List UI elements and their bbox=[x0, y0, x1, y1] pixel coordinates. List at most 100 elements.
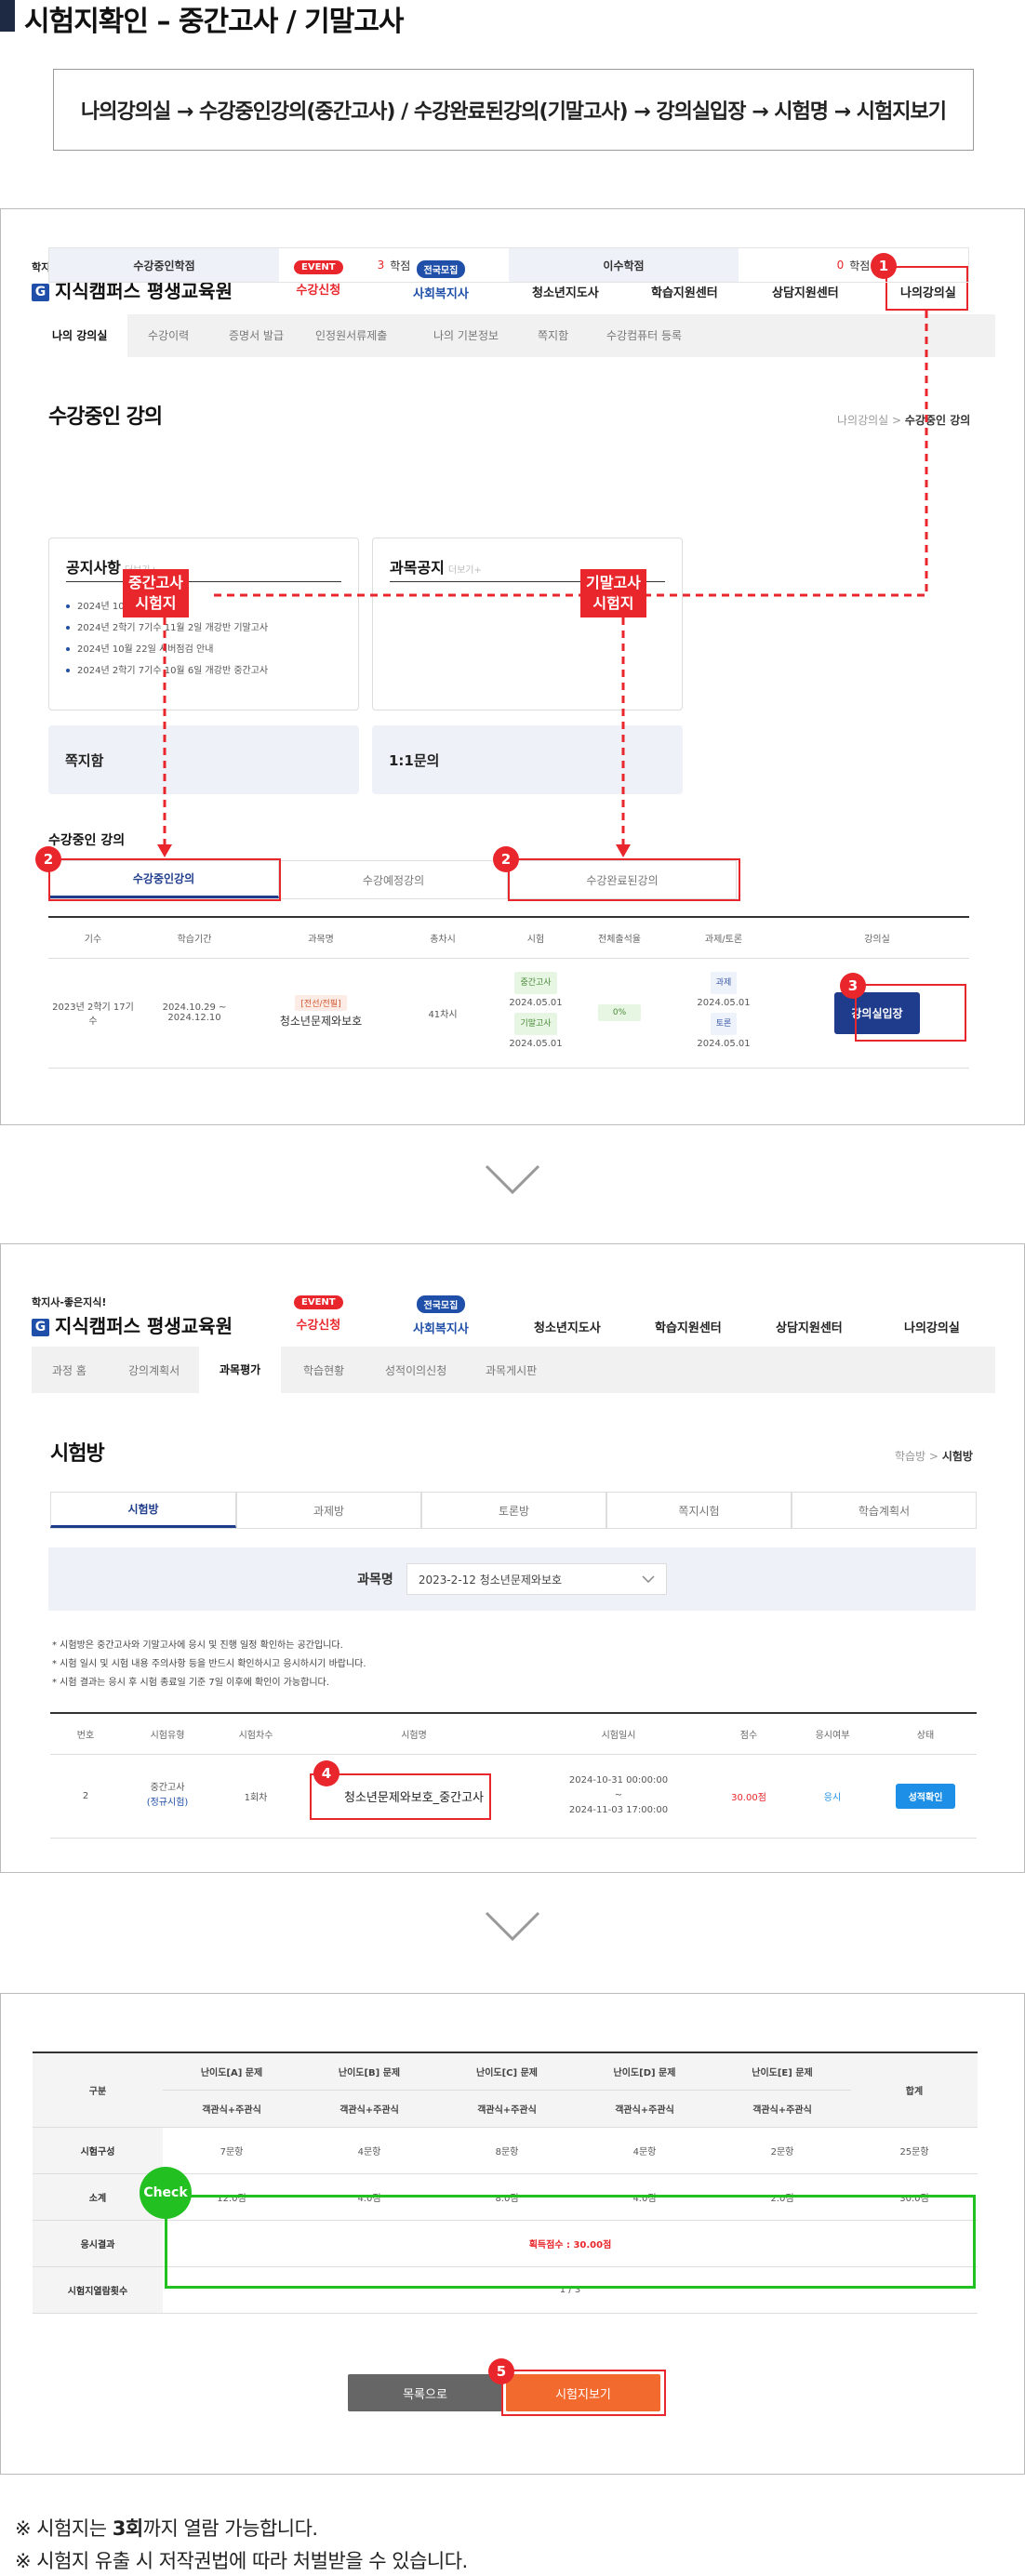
col-classroom: 강의실 bbox=[785, 917, 969, 959]
course-select[interactable]: 2023-2-12 청소년문제와보호 bbox=[406, 1563, 667, 1595]
credit-unit: 학점 bbox=[390, 259, 411, 272]
discussion-date: 2024.05.01 bbox=[697, 1039, 751, 1049]
subnav-evaluation[interactable]: 과목평가 bbox=[199, 1347, 282, 1393]
filter-label: 과목명 bbox=[357, 1573, 393, 1587]
col-period: 학습기간 bbox=[138, 917, 251, 959]
final-date: 2024.05.01 bbox=[509, 1039, 563, 1049]
col-taken: 응시여부 bbox=[791, 1713, 874, 1755]
site-logo[interactable]: G 지식캠퍼스 평생교육원 bbox=[32, 1311, 233, 1338]
cell-taken: 응시 bbox=[791, 1754, 874, 1839]
my-classroom-subnav: 나의 강의실 수강이력 증명서 발급 인정원서류제출 나의 기본정보 쪽지함 수… bbox=[32, 314, 995, 357]
midterm-date: 2024.05.01 bbox=[509, 998, 563, 1008]
col-level-b: 난이도[B] 문제 bbox=[300, 2052, 438, 2091]
chevron-down-icon bbox=[485, 1164, 540, 1195]
chevron-down-icon bbox=[642, 1575, 655, 1583]
nav-counsel-support[interactable]: 상담지원센터 bbox=[776, 1318, 843, 1335]
midterm-tag-text: 중간고사 시험지 bbox=[128, 574, 183, 612]
col-course: 과목명 bbox=[251, 917, 391, 959]
subject-notice-box: 과목공지 더보기+ bbox=[372, 538, 683, 710]
exam-start: 2024-10-31 00:00:00 bbox=[568, 1775, 669, 1786]
nav-label: 수강신청 bbox=[296, 284, 341, 298]
col-category: 구분 bbox=[33, 2052, 163, 2128]
guide-line: * 시험방은 중간고사와 기말고사에 응시 및 진행 일정 확인하는 공간입니다… bbox=[52, 1640, 343, 1651]
col-score: 점수 bbox=[707, 1713, 791, 1755]
col-type: 시험유형 bbox=[121, 1713, 214, 1755]
lecture-section-label: 수강중인 강의 bbox=[48, 833, 126, 848]
level-sub: 객관식+주관식 bbox=[576, 2090, 713, 2128]
back-to-list-button[interactable]: 목록으로 bbox=[348, 2374, 502, 2411]
notice-item[interactable]: 2024년 10월 22일 서버점검 안내 bbox=[66, 639, 268, 660]
course-name[interactable]: 청소년문제와보호 bbox=[280, 1015, 362, 1028]
completed-credit-value: 0 학점 bbox=[739, 248, 968, 282]
tab-discussion-room[interactable]: 토론방 bbox=[421, 1492, 606, 1528]
subnav-grade-appeal[interactable]: 성적이의신청 bbox=[385, 1362, 446, 1378]
classroom-subnav: 과정 홈 강의계획서 과목평가 학습현황 성적이의신청 과목게시판 bbox=[32, 1347, 995, 1393]
section-heading: 시험방 bbox=[50, 1442, 105, 1466]
nav-learning-support[interactable]: 학습지원센터 bbox=[651, 283, 718, 300]
grade-check-button[interactable]: 성적확인 bbox=[895, 1783, 956, 1809]
guide-line: * 시험 일시 및 시험 내용 주의사항 등을 반드시 확인하시고 응시하시기 … bbox=[52, 1659, 366, 1669]
col-exam: 시험 bbox=[495, 917, 577, 959]
subnav-computer-register[interactable]: 수강컴퓨터 등록 bbox=[606, 327, 682, 343]
nav-counsel-support[interactable]: 상담지원센터 bbox=[772, 283, 839, 300]
breadcrumb-root[interactable]: 나의강의실 > bbox=[837, 414, 905, 427]
exam-type-sub: (정규시험) bbox=[146, 1798, 189, 1808]
midterm-tag: 중간고사 시험지 bbox=[123, 569, 189, 617]
tab-quiz[interactable]: 쪽지시험 bbox=[606, 1492, 792, 1528]
note-text: 까지 열람 가능합니다. bbox=[142, 2517, 318, 2540]
row-label: 응시결과 bbox=[33, 2220, 163, 2267]
tab-assignment-room[interactable]: 과제방 bbox=[236, 1492, 421, 1528]
nav-youth-instructor[interactable]: 청소년지도사 bbox=[532, 283, 599, 300]
navigation-path: 나의강의실 → 수강중인강의(중간고사) / 수강완료된강의(기말고사) → 강… bbox=[53, 69, 974, 151]
completed-credit-label: 이수학점 bbox=[509, 248, 739, 282]
subnav-board[interactable]: 과목게시판 bbox=[486, 1362, 537, 1378]
qna-card[interactable]: 1:1문의 bbox=[372, 725, 683, 794]
notice-box: 공지사항더보기+ 2024년 10월 ... 2024년 2학기 7기수 11월… bbox=[48, 538, 359, 710]
highlight-view-exam-paper bbox=[501, 2370, 666, 2416]
tab-scheduled[interactable]: 수강예정강의 bbox=[279, 860, 508, 898]
subject-notice-title: 과목공지 더보기+ bbox=[390, 555, 482, 578]
cell-term: 2023년 2학기 17기수 bbox=[48, 958, 138, 1069]
message-card[interactable]: 쪽지함 bbox=[48, 725, 359, 794]
col-attendance: 전체출석율 bbox=[577, 917, 662, 959]
subnav-documents[interactable]: 인정원서류제출 bbox=[315, 327, 387, 343]
notice-item[interactable]: 2024년 2학기 7기수 11월 2일 개강반 기말고사 bbox=[66, 617, 268, 639]
attendance-value: 0% bbox=[597, 1004, 642, 1021]
step-2-marker: 2 bbox=[493, 846, 519, 872]
cell-score: 30.00점 bbox=[707, 1754, 791, 1839]
nav-learning-support[interactable]: 학습지원센터 bbox=[655, 1318, 722, 1335]
col-round: 시험차수 bbox=[214, 1713, 298, 1755]
level-sub: 객관식+주관식 bbox=[300, 2090, 438, 2128]
subnav-syllabus[interactable]: 강의계획서 bbox=[128, 1362, 180, 1378]
col-sessions: 총차시 bbox=[391, 917, 495, 959]
subnav-course-home[interactable]: 과정 홈 bbox=[52, 1362, 87, 1378]
breadcrumb-root[interactable]: 학습방 > bbox=[895, 1450, 942, 1463]
subnav-basic-info[interactable]: 나의 기본정보 bbox=[433, 327, 499, 343]
tab-exam-room[interactable]: 시험방 bbox=[50, 1492, 236, 1528]
notice-title-text: 공지사항 bbox=[66, 559, 121, 577]
cell-round: 1회차 bbox=[214, 1754, 298, 1839]
col-level-e: 난이도[E] 문제 bbox=[713, 2052, 851, 2091]
tab-study-plan[interactable]: 학습계획서 bbox=[792, 1492, 977, 1528]
chevron-down-icon bbox=[485, 1911, 540, 1942]
subnav-certificate[interactable]: 증명서 발급 bbox=[229, 327, 284, 343]
more-link[interactable]: 더보기+ bbox=[448, 565, 482, 576]
notice-item[interactable]: 2024년 2학기 7기수 10월 6일 개강반 중간고사 bbox=[66, 660, 268, 682]
nav-course-apply[interactable]: EVENT 수강신청 bbox=[294, 1295, 343, 1333]
col-exam-datetime: 시험일시 bbox=[530, 1713, 707, 1755]
subnav-messages[interactable]: 쪽지함 bbox=[538, 327, 568, 343]
nav-youth-instructor[interactable]: 청소년지도사 bbox=[534, 1318, 601, 1335]
cell-value: 2문항 bbox=[713, 2127, 851, 2174]
cell-sessions: 41차시 bbox=[391, 958, 495, 1069]
lecture-table: 기수 학습기간 과목명 총차시 시험 전체출석율 과제/토론 강의실 2023년… bbox=[48, 916, 969, 1069]
subnav-history[interactable]: 수강이력 bbox=[148, 327, 189, 343]
subnav-progress[interactable]: 학습현황 bbox=[303, 1362, 344, 1378]
in-progress-credit-value: 3 학점 bbox=[279, 248, 509, 282]
cell-value: 4문항 bbox=[300, 2127, 438, 2174]
title-accent-bar bbox=[0, 0, 15, 32]
highlight-enter-classroom bbox=[855, 984, 966, 1042]
subnav-my-classroom[interactable]: 나의 강의실 bbox=[32, 314, 128, 357]
nav-social-worker[interactable]: 전국모집 사회복지사 bbox=[413, 1295, 469, 1336]
nav-my-classroom[interactable]: 나의강의실 bbox=[904, 1318, 960, 1335]
cell-course: [전선/전필] 청소년문제와보호 bbox=[251, 958, 391, 1069]
